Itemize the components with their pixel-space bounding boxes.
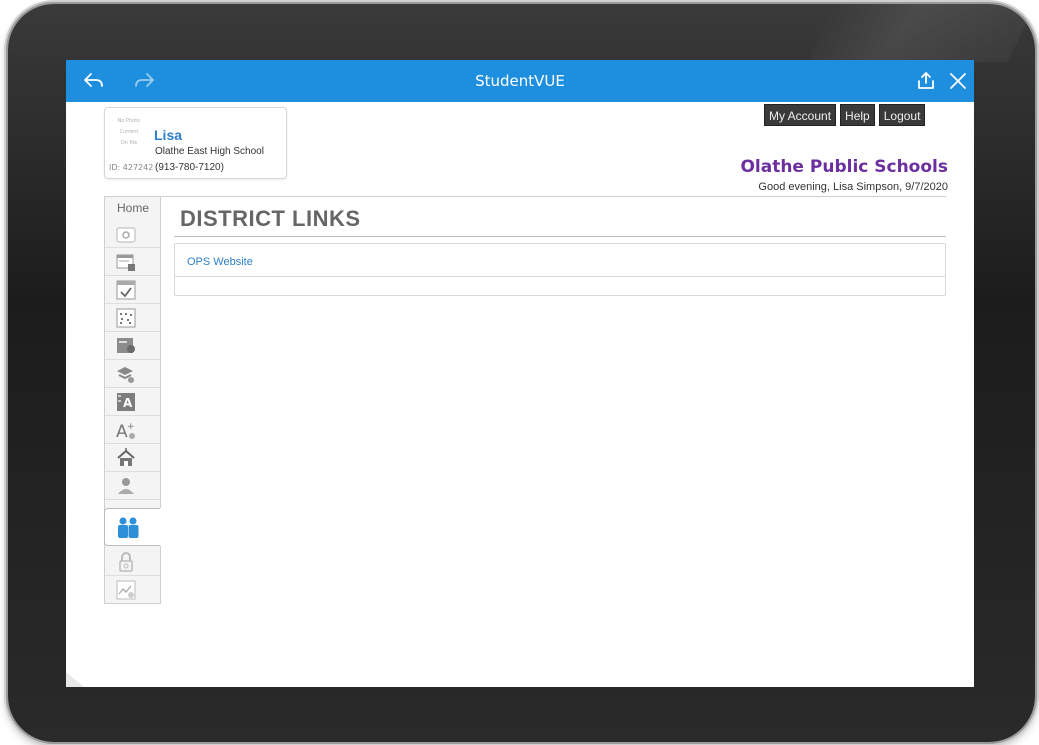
report-card-icon[interactable]: A +: [115, 419, 137, 442]
student-school: Olathe East High School: [155, 146, 264, 157]
student-id: ID: 427242: [109, 163, 154, 172]
content-border-top: [160, 196, 946, 197]
svg-text:+: +: [127, 422, 135, 432]
calendar-icon[interactable]: [115, 251, 137, 273]
share-icon[interactable]: [914, 69, 938, 93]
district-links-people-icon: [118, 517, 139, 538]
title-divider: [174, 236, 946, 237]
student-info-icon[interactable]: [115, 475, 137, 497]
course-history-icon[interactable]: [115, 335, 137, 357]
student-phone: (913-780-7120): [155, 162, 224, 173]
list-divider: [175, 276, 945, 277]
help-button[interactable]: Help: [840, 104, 875, 126]
nav-home-label[interactable]: Home: [105, 201, 161, 215]
svg-text:A: A: [123, 396, 133, 410]
district-links-list: OPS Website: [174, 243, 946, 296]
security-lock-icon[interactable]: [115, 551, 137, 573]
photo-line-2: Current: [119, 129, 139, 135]
school-info-icon[interactable]: [115, 447, 137, 469]
link-ops-website[interactable]: OPS Website: [187, 256, 253, 268]
app-bar: StudentVUE: [66, 60, 974, 102]
test-history-chart-icon[interactable]: [115, 579, 137, 601]
account-buttons: My Account Help Logout: [764, 104, 926, 126]
student-name: Lisa: [154, 127, 183, 143]
app-screen: StudentVUE No Photo Current On file ID: …: [66, 60, 974, 687]
content-border-left: [160, 196, 161, 508]
grade-book-icon[interactable]: A: [115, 391, 137, 413]
photo-placeholder: No Photo Current On file: [111, 116, 147, 160]
photo-line-3: On file: [120, 140, 138, 146]
close-icon[interactable]: [946, 69, 970, 93]
content-border-left-lower: [160, 546, 161, 604]
class-schedule-icon[interactable]: [115, 307, 137, 329]
greeting-text: Good evening, Lisa Simpson, 9/7/2020: [758, 181, 948, 193]
photo-line-1: No Photo: [117, 118, 141, 124]
nav-district-links-active[interactable]: [104, 508, 160, 546]
course-request-icon[interactable]: [115, 363, 137, 385]
district-name: Olathe Public Schools: [740, 157, 948, 177]
app-title: StudentVUE: [475, 72, 565, 90]
home-icon[interactable]: [115, 223, 137, 245]
page-title: DISTRICT LINKS: [180, 206, 361, 231]
logout-button[interactable]: Logout: [878, 104, 926, 126]
screen-corner-glare: [66, 672, 84, 687]
student-card: No Photo Current On file ID: 427242 Lisa…: [104, 107, 287, 179]
my-account-button[interactable]: My Account: [764, 104, 837, 126]
attendance-check-icon[interactable]: [115, 279, 137, 301]
